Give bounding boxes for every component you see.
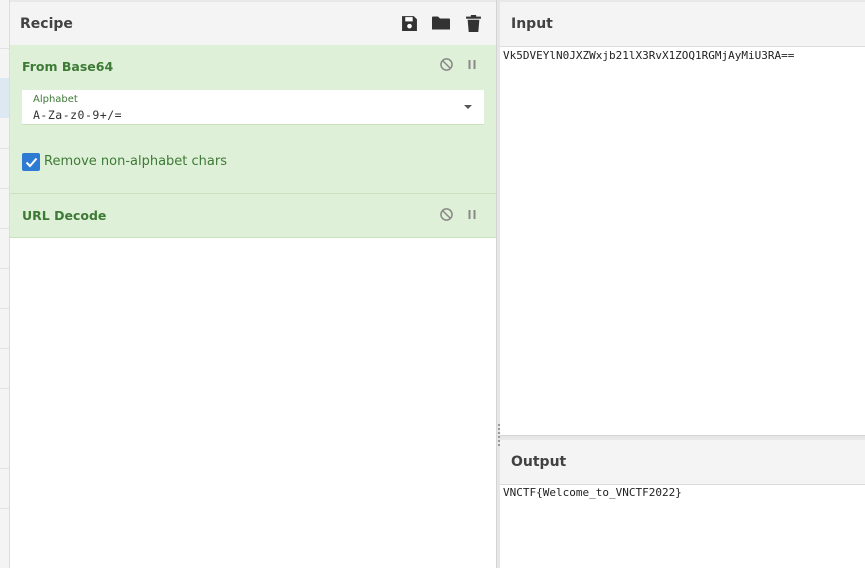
trash-icon[interactable] bbox=[464, 14, 482, 32]
disable-icon[interactable] bbox=[439, 207, 453, 221]
input-header: Input bbox=[500, 0, 865, 47]
operation-title: From Base64 bbox=[22, 59, 114, 74]
operation-url-decode[interactable]: URL Decode bbox=[10, 194, 496, 238]
divider-line bbox=[0, 268, 9, 269]
output-text[interactable]: VNCTF{Welcome_to_VNCTF2022} bbox=[503, 486, 682, 499]
pause-icon[interactable] bbox=[465, 57, 479, 71]
divider-line bbox=[0, 228, 9, 229]
recipe-panel: Recipe From Base64 Alphabet A-Za-z0-9+/=… bbox=[10, 0, 496, 568]
operations-highlight bbox=[0, 78, 9, 118]
output-header: Output bbox=[500, 438, 865, 485]
output-panel: Output VNCTF{Welcome_to_VNCTF2022} bbox=[500, 438, 865, 568]
divider-line bbox=[0, 508, 9, 509]
operation-title: URL Decode bbox=[22, 208, 107, 223]
alphabet-select[interactable]: Alphabet A-Za-z0-9+/= bbox=[22, 90, 484, 125]
divider-line bbox=[0, 388, 9, 389]
output-title: Output bbox=[511, 454, 567, 470]
save-icon[interactable] bbox=[400, 14, 418, 32]
alphabet-label: Alphabet bbox=[33, 94, 78, 105]
recipe-title: Recipe bbox=[20, 16, 73, 32]
checkmark-icon bbox=[25, 157, 37, 167]
pause-icon[interactable] bbox=[465, 207, 479, 221]
divider-line bbox=[0, 468, 9, 469]
alphabet-value: A-Za-z0-9+/= bbox=[33, 108, 123, 122]
input-title: Input bbox=[511, 16, 553, 32]
checkbox-label[interactable]: Remove non-alphabet chars bbox=[44, 154, 227, 169]
input-textarea[interactable]: Vk5DVEYlN0JXZWxjb21lX3RvX1ZOQ1RGMjAyMiU3… bbox=[503, 49, 794, 62]
operations-panel-edge bbox=[0, 0, 10, 568]
divider-line bbox=[0, 348, 9, 349]
remove-non-alphabet-checkbox[interactable] bbox=[22, 153, 40, 171]
divider-line bbox=[0, 308, 9, 309]
divider-line bbox=[0, 48, 9, 49]
chevron-down-icon[interactable] bbox=[464, 105, 472, 109]
divider-line bbox=[0, 148, 9, 149]
folder-icon[interactable] bbox=[432, 14, 450, 32]
input-panel: Input Vk5DVEYlN0JXZWxjb21lX3RvX1ZOQ1RGMj… bbox=[500, 0, 865, 435]
disable-icon[interactable] bbox=[439, 57, 453, 71]
divider-line bbox=[0, 188, 9, 189]
recipe-header: Recipe bbox=[10, 0, 496, 47]
operation-from-base64[interactable]: From Base64 Alphabet A-Za-z0-9+/= Remove… bbox=[10, 45, 496, 194]
